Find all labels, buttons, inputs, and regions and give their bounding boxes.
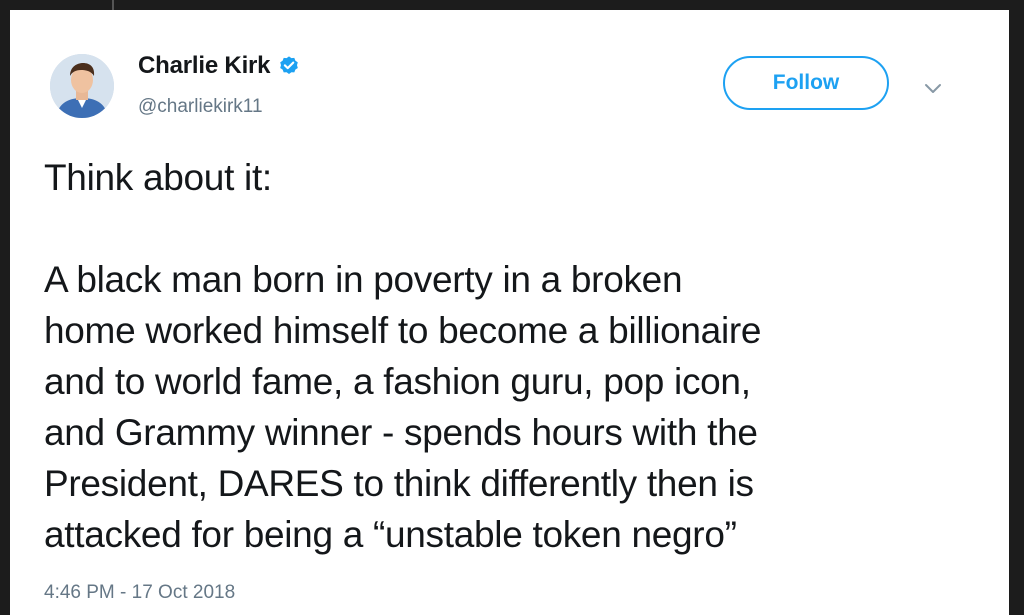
profile-photo-icon: [50, 54, 114, 118]
divider: [112, 0, 114, 10]
author-name-row: Charlie Kirk: [138, 52, 300, 80]
screenshot-frame: Charlie Kirk @charliekirk11 Follow Think…: [0, 0, 1024, 615]
author-name[interactable]: Charlie Kirk: [138, 52, 271, 80]
chevron-down-icon: [925, 84, 941, 93]
verified-badge-icon: [278, 55, 300, 77]
tweet-timestamp[interactable]: 4:46 PM - 17 Oct 2018: [44, 582, 235, 604]
follow-button[interactable]: Follow: [723, 56, 889, 110]
author-handle[interactable]: @charliekirk11: [138, 96, 263, 118]
tweet-menu-button[interactable]: [920, 76, 946, 102]
avatar[interactable]: [50, 54, 114, 118]
tweet-text: Think about it: A black man born in pove…: [44, 157, 762, 555]
tweet-card: Charlie Kirk @charliekirk11 Follow Think…: [10, 10, 1009, 615]
